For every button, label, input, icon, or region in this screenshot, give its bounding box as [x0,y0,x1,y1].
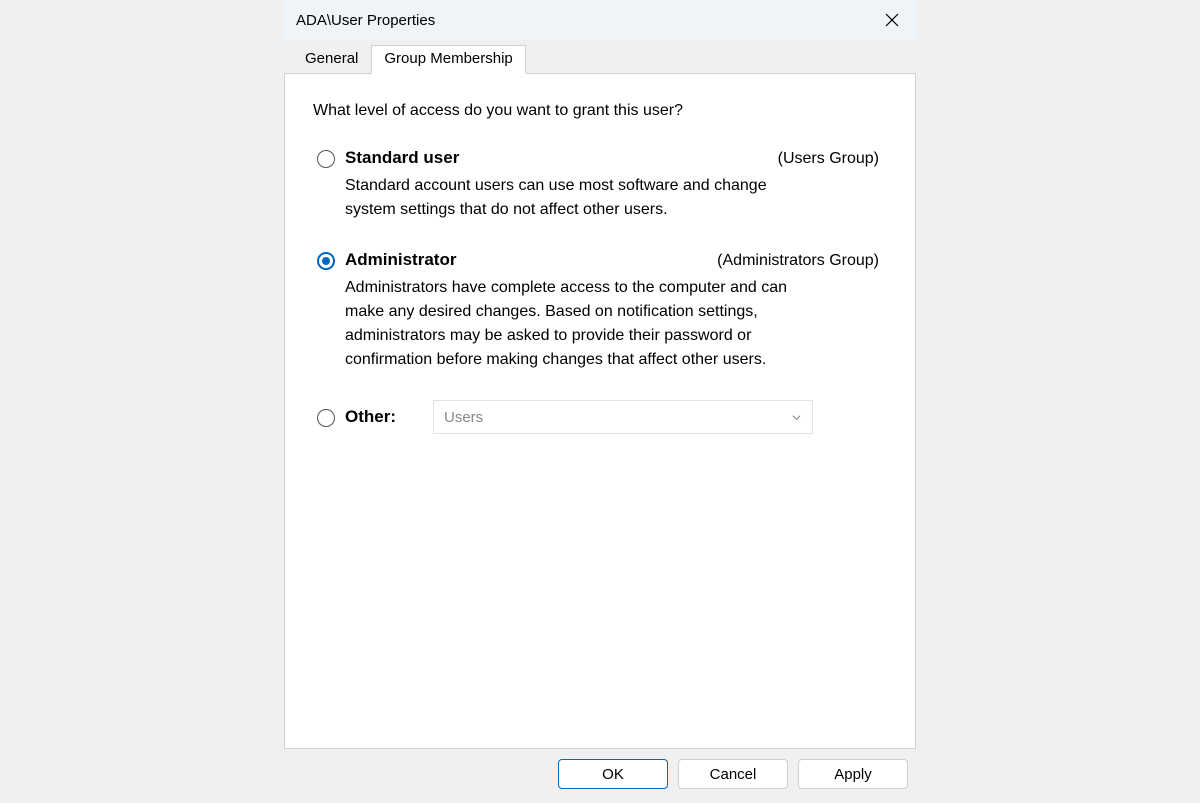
user-properties-dialog: ADA\User Properties General Group Member… [284,0,916,799]
other-combo-value: Users [444,409,483,426]
tab-group-membership[interactable]: Group Membership [371,45,525,74]
standard-user-group: (Users Group) [778,150,887,168]
tab-content: What level of access do you want to gran… [284,73,916,749]
cancel-button[interactable]: Cancel [678,759,788,789]
administrator-group: (Administrators Group) [717,252,887,270]
ok-button[interactable]: OK [558,759,668,789]
standard-user-desc: Standard account users can use most soft… [345,174,805,222]
apply-button[interactable]: Apply [798,759,908,789]
dialog-buttons: OK Cancel Apply [284,749,916,799]
radio-other[interactable] [317,409,335,427]
titlebar: ADA\User Properties [284,0,916,40]
option-standard-user: Standard user (Users Group) Standard acc… [313,148,887,222]
other-label: Other: [345,407,433,427]
administrator-label: Administrator [345,250,456,270]
radio-standard-user[interactable] [317,150,335,168]
access-prompt: What level of access do you want to gran… [313,102,887,120]
close-icon [885,13,899,27]
other-group-combo[interactable]: Users [433,400,813,434]
chevron-down-icon [791,412,802,423]
radio-administrator[interactable] [317,252,335,270]
window-title: ADA\User Properties [296,12,868,29]
close-button[interactable] [868,0,916,40]
standard-user-label: Standard user [345,148,459,168]
administrator-desc: Administrators have complete access to t… [345,276,805,372]
option-other: Other: Users [313,400,887,434]
tab-general[interactable]: General [292,45,371,74]
option-administrator: Administrator (Administrators Group) Adm… [313,250,887,372]
tab-bar: General Group Membership [284,40,916,73]
